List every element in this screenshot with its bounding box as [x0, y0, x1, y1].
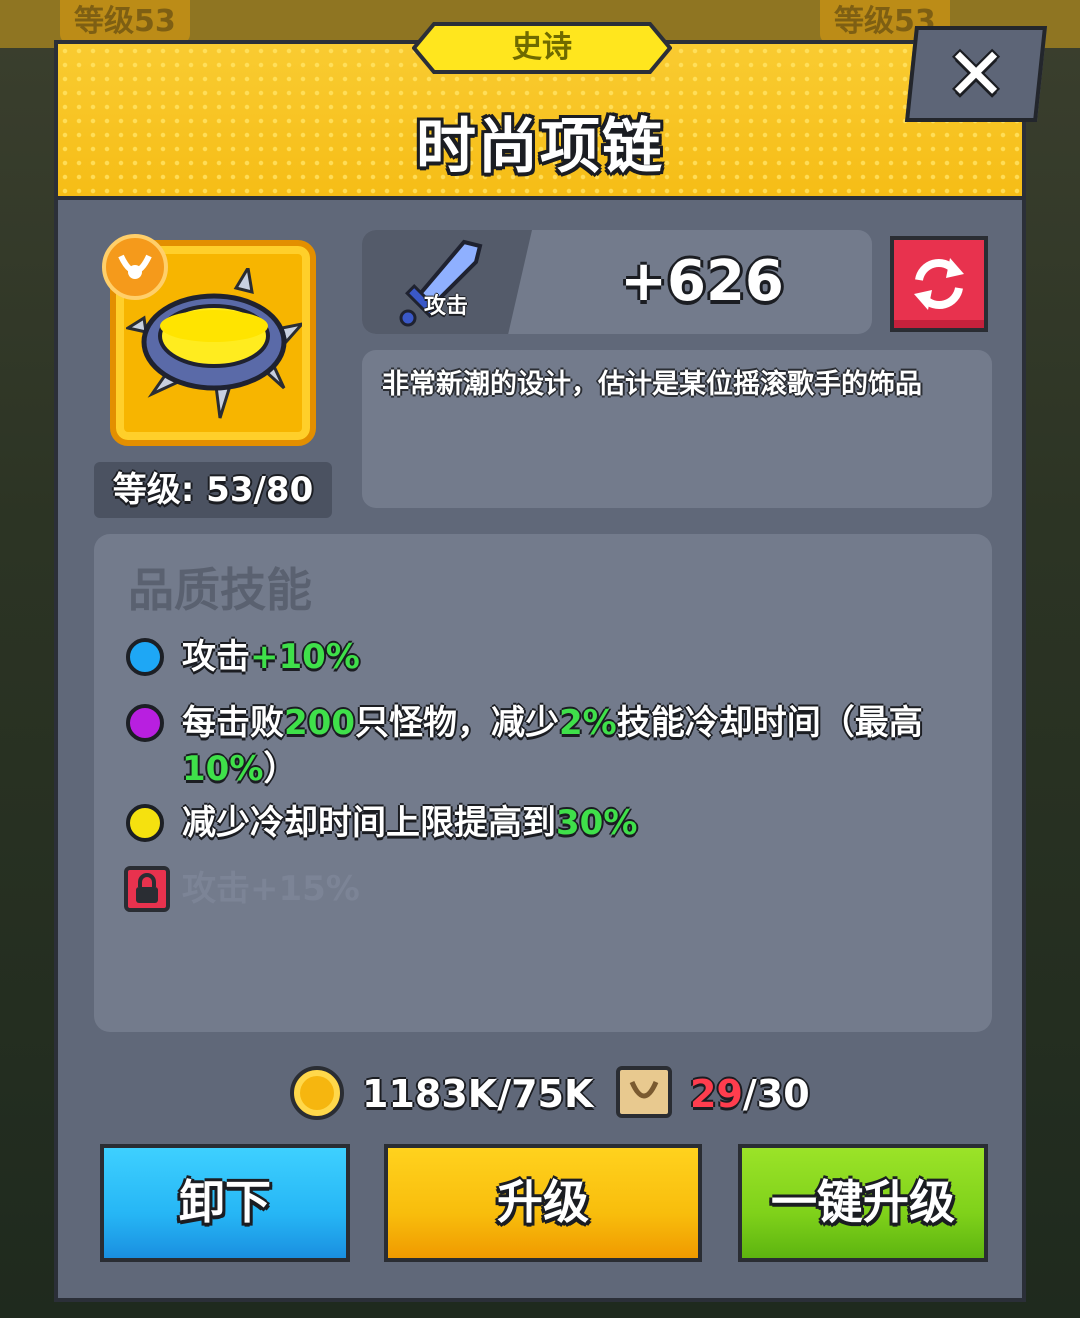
- yellow-quality-dot: [126, 804, 164, 842]
- quality-skills-panel: 品质技能 攻击+10% 每击败200只怪物，减少2%技能冷却时间（最高10%） …: [94, 534, 992, 1032]
- background-level-tag: 等级53: [60, 0, 190, 44]
- purple-quality-dot: [126, 704, 164, 742]
- stat-label: 攻击: [424, 294, 469, 319]
- reroll-button[interactable]: [890, 236, 988, 332]
- item-title: 时尚项链: [416, 112, 664, 182]
- equipment-type-badge: [102, 234, 168, 300]
- upgrade-all-button[interactable]: 一键升级: [738, 1144, 988, 1262]
- lock-icon: [124, 866, 170, 912]
- gold-coin-icon: [290, 1066, 344, 1120]
- skills-title: 品质技能: [128, 563, 312, 617]
- item-level: 等级: 53/80: [94, 462, 332, 518]
- necklace-type-icon: [118, 254, 152, 279]
- skill-text: 减少冷却时间上限提高到30%: [182, 803, 638, 843]
- scroll-count: 29/30: [690, 1072, 810, 1116]
- unequip-button[interactable]: 卸下: [100, 1144, 350, 1262]
- refresh-icon: [914, 258, 964, 310]
- blueprint-scroll-icon: [614, 1062, 674, 1122]
- locked-skill-text: 攻击+15%: [182, 869, 360, 909]
- rarity-badge: 史诗: [412, 22, 672, 74]
- close-button[interactable]: ✕: [904, 26, 1048, 122]
- skill-text: 每击败200只怪物，减少2%技能冷却时间（最高10%）: [182, 703, 923, 789]
- description-box: 非常新潮的设计，估计是某位摇滚歌手的饰品: [362, 350, 992, 508]
- stat-value: +626: [620, 249, 784, 314]
- upgrade-button[interactable]: 升级: [384, 1144, 702, 1262]
- rarity-label: 史诗: [512, 30, 572, 65]
- stat-icon-area: 攻击: [362, 230, 532, 334]
- close-icon[interactable]: ✕: [910, 26, 1042, 122]
- blue-quality-dot: [126, 638, 164, 676]
- item-detail-dialog: 时尚项链 史诗 ✕ 等级: 53/80 攻击 +626 非常新潮的设计，估计是某…: [54, 22, 1048, 1302]
- skill-text: 攻击+10%: [182, 637, 360, 677]
- attack-stat: 攻击 +626: [362, 230, 872, 334]
- description-text: 非常新潮的设计，估计是某位摇滚歌手的饰品: [382, 369, 922, 400]
- gold-amount: 1183K/75K: [362, 1072, 594, 1116]
